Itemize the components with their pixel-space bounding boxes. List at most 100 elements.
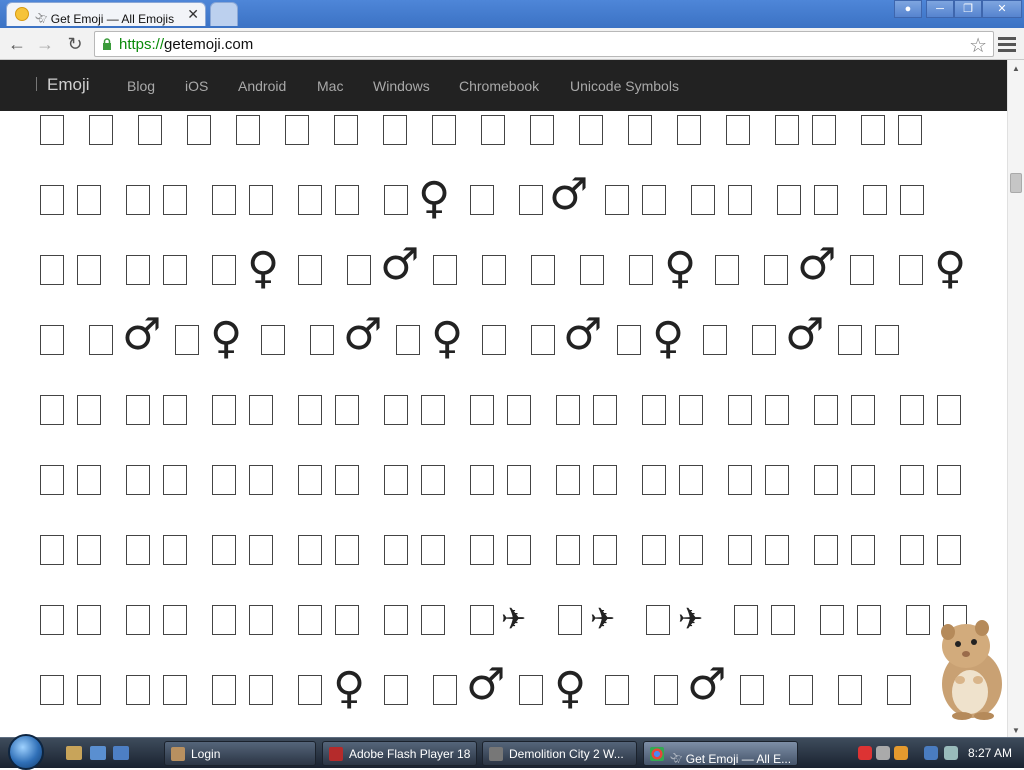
emoji-placeholder-box[interactable] bbox=[642, 465, 666, 495]
emoji-placeholder-box[interactable] bbox=[734, 605, 758, 635]
bookmark-star-icon[interactable]: ☆ bbox=[969, 33, 987, 58]
tab-close-icon[interactable]: ✕ bbox=[187, 5, 199, 23]
emoji-placeholder-box[interactable] bbox=[126, 605, 150, 635]
emoji-placeholder-box[interactable] bbox=[715, 255, 739, 285]
emoji-placeholder-box[interactable] bbox=[863, 185, 887, 215]
emoji-placeholder-box[interactable] bbox=[175, 325, 199, 355]
brand-link[interactable]: Emoji bbox=[36, 75, 90, 95]
profile-icon[interactable]: ● bbox=[894, 0, 922, 18]
close-window-button[interactable]: ✕ bbox=[982, 0, 1022, 18]
emoji-placeholder-box[interactable] bbox=[212, 255, 236, 285]
emoji-placeholder-box[interactable] bbox=[126, 255, 150, 285]
emoji-placeholder-box[interactable] bbox=[138, 115, 162, 145]
quicklaunch-icon[interactable] bbox=[66, 746, 82, 760]
security-alert-icon[interactable] bbox=[858, 746, 872, 760]
emoji-placeholder-box[interactable] bbox=[519, 185, 543, 215]
emoji-placeholder-box[interactable] bbox=[906, 605, 930, 635]
emoji-placeholder-box[interactable] bbox=[900, 185, 924, 215]
emoji-placeholder-box[interactable] bbox=[642, 395, 666, 425]
nav-link-blog[interactable]: Blog bbox=[127, 78, 155, 94]
emoji-placeholder-box[interactable] bbox=[556, 535, 580, 565]
network-icon[interactable] bbox=[924, 746, 938, 760]
emoji-placeholder-box[interactable] bbox=[861, 115, 885, 145]
nav-link-ios[interactable]: iOS bbox=[185, 78, 208, 94]
emoji-placeholder-box[interactable] bbox=[900, 535, 924, 565]
emoji-placeholder-box[interactable] bbox=[40, 535, 64, 565]
venus-symbol-icon[interactable]: ♀ bbox=[247, 247, 279, 291]
maximize-button[interactable]: ❐ bbox=[954, 0, 982, 18]
emoji-placeholder-box[interactable] bbox=[679, 535, 703, 565]
emoji-placeholder-box[interactable] bbox=[728, 535, 752, 565]
nav-link-chromebook[interactable]: Chromebook bbox=[459, 78, 539, 94]
venus-symbol-icon[interactable]: ♀ bbox=[431, 317, 463, 361]
emoji-placeholder-box[interactable] bbox=[820, 605, 844, 635]
emoji-placeholder-box[interactable] bbox=[470, 535, 494, 565]
emoji-placeholder-box[interactable] bbox=[249, 605, 273, 635]
emoji-placeholder-box[interactable] bbox=[40, 465, 64, 495]
emoji-placeholder-box[interactable] bbox=[558, 605, 582, 635]
emoji-placeholder-box[interactable] bbox=[605, 675, 629, 705]
volume-icon[interactable] bbox=[944, 746, 958, 760]
venus-symbol-icon[interactable]: ♀ bbox=[333, 667, 365, 711]
emoji-placeholder-box[interactable] bbox=[89, 325, 113, 355]
emoji-placeholder-box[interactable] bbox=[899, 255, 923, 285]
nav-link-windows[interactable]: Windows bbox=[373, 78, 430, 94]
emoji-placeholder-box[interactable] bbox=[421, 605, 445, 635]
emoji-placeholder-box[interactable] bbox=[77, 535, 101, 565]
emoji-placeholder-box[interactable] bbox=[814, 535, 838, 565]
emoji-placeholder-box[interactable] bbox=[40, 325, 64, 355]
emoji-placeholder-box[interactable] bbox=[937, 465, 961, 495]
emoji-placeholder-box[interactable] bbox=[126, 465, 150, 495]
emoji-placeholder-box[interactable] bbox=[740, 675, 764, 705]
emoji-placeholder-box[interactable] bbox=[812, 115, 836, 145]
mars-symbol-icon[interactable]: ♂ bbox=[122, 313, 161, 357]
emoji-placeholder-box[interactable] bbox=[249, 185, 273, 215]
nav-link-android[interactable]: Android bbox=[238, 78, 286, 94]
emoji-placeholder-box[interactable] bbox=[593, 395, 617, 425]
emoji-placeholder-box[interactable] bbox=[163, 185, 187, 215]
emoji-placeholder-box[interactable] bbox=[347, 255, 371, 285]
emoji-placeholder-box[interactable] bbox=[677, 115, 701, 145]
emoji-placeholder-box[interactable] bbox=[335, 605, 359, 635]
emoji-placeholder-box[interactable] bbox=[212, 675, 236, 705]
scroll-up-arrow-icon[interactable]: ▲ bbox=[1012, 64, 1020, 73]
plane-symbol-icon[interactable]: ✈ bbox=[501, 605, 526, 635]
emoji-placeholder-box[interactable] bbox=[875, 325, 899, 355]
emoji-placeholder-box[interactable] bbox=[900, 465, 924, 495]
new-tab-button[interactable] bbox=[210, 2, 238, 26]
emoji-placeholder-box[interactable] bbox=[752, 325, 776, 355]
hamster-mascot-icon[interactable] bbox=[930, 612, 1010, 722]
emoji-placeholder-box[interactable] bbox=[89, 115, 113, 145]
forward-arrow-icon[interactable]: → bbox=[34, 33, 56, 55]
emoji-placeholder-box[interactable] bbox=[298, 185, 322, 215]
emoji-placeholder-box[interactable] bbox=[163, 605, 187, 635]
emoji-placeholder-box[interactable] bbox=[335, 535, 359, 565]
venus-symbol-icon[interactable]: ♀ bbox=[664, 247, 696, 291]
scroll-down-arrow-icon[interactable]: ▼ bbox=[1012, 726, 1020, 735]
emoji-placeholder-box[interactable] bbox=[187, 115, 211, 145]
emoji-placeholder-box[interactable] bbox=[728, 185, 752, 215]
emoji-placeholder-box[interactable] bbox=[519, 675, 543, 705]
emoji-placeholder-box[interactable] bbox=[421, 395, 445, 425]
emoji-placeholder-box[interactable] bbox=[421, 465, 445, 495]
emoji-placeholder-box[interactable] bbox=[126, 185, 150, 215]
emoji-placeholder-box[interactable] bbox=[212, 605, 236, 635]
emoji-placeholder-box[interactable] bbox=[654, 675, 678, 705]
emoji-placeholder-box[interactable] bbox=[77, 675, 101, 705]
venus-symbol-icon[interactable]: ♀ bbox=[554, 667, 586, 711]
venus-symbol-icon[interactable]: ♀ bbox=[418, 177, 450, 221]
emoji-placeholder-box[interactable] bbox=[77, 255, 101, 285]
emoji-placeholder-box[interactable] bbox=[728, 395, 752, 425]
tab-get-emoji[interactable]: 𓄀 Get Emoji — All Emojis ✕ bbox=[6, 2, 206, 26]
emoji-placeholder-box[interactable] bbox=[887, 675, 911, 705]
mars-symbol-icon[interactable]: ♂ bbox=[466, 663, 505, 707]
emoji-placeholder-box[interactable] bbox=[334, 115, 358, 145]
search-icon[interactable] bbox=[894, 746, 908, 760]
emoji-placeholder-box[interactable] bbox=[40, 115, 64, 145]
emoji-placeholder-box[interactable] bbox=[507, 535, 531, 565]
emoji-placeholder-box[interactable] bbox=[771, 605, 795, 635]
emoji-placeholder-box[interactable] bbox=[384, 535, 408, 565]
mars-symbol-icon[interactable]: ♂ bbox=[380, 243, 419, 287]
emoji-placeholder-box[interactable] bbox=[335, 465, 359, 495]
emoji-placeholder-box[interactable] bbox=[40, 605, 64, 635]
